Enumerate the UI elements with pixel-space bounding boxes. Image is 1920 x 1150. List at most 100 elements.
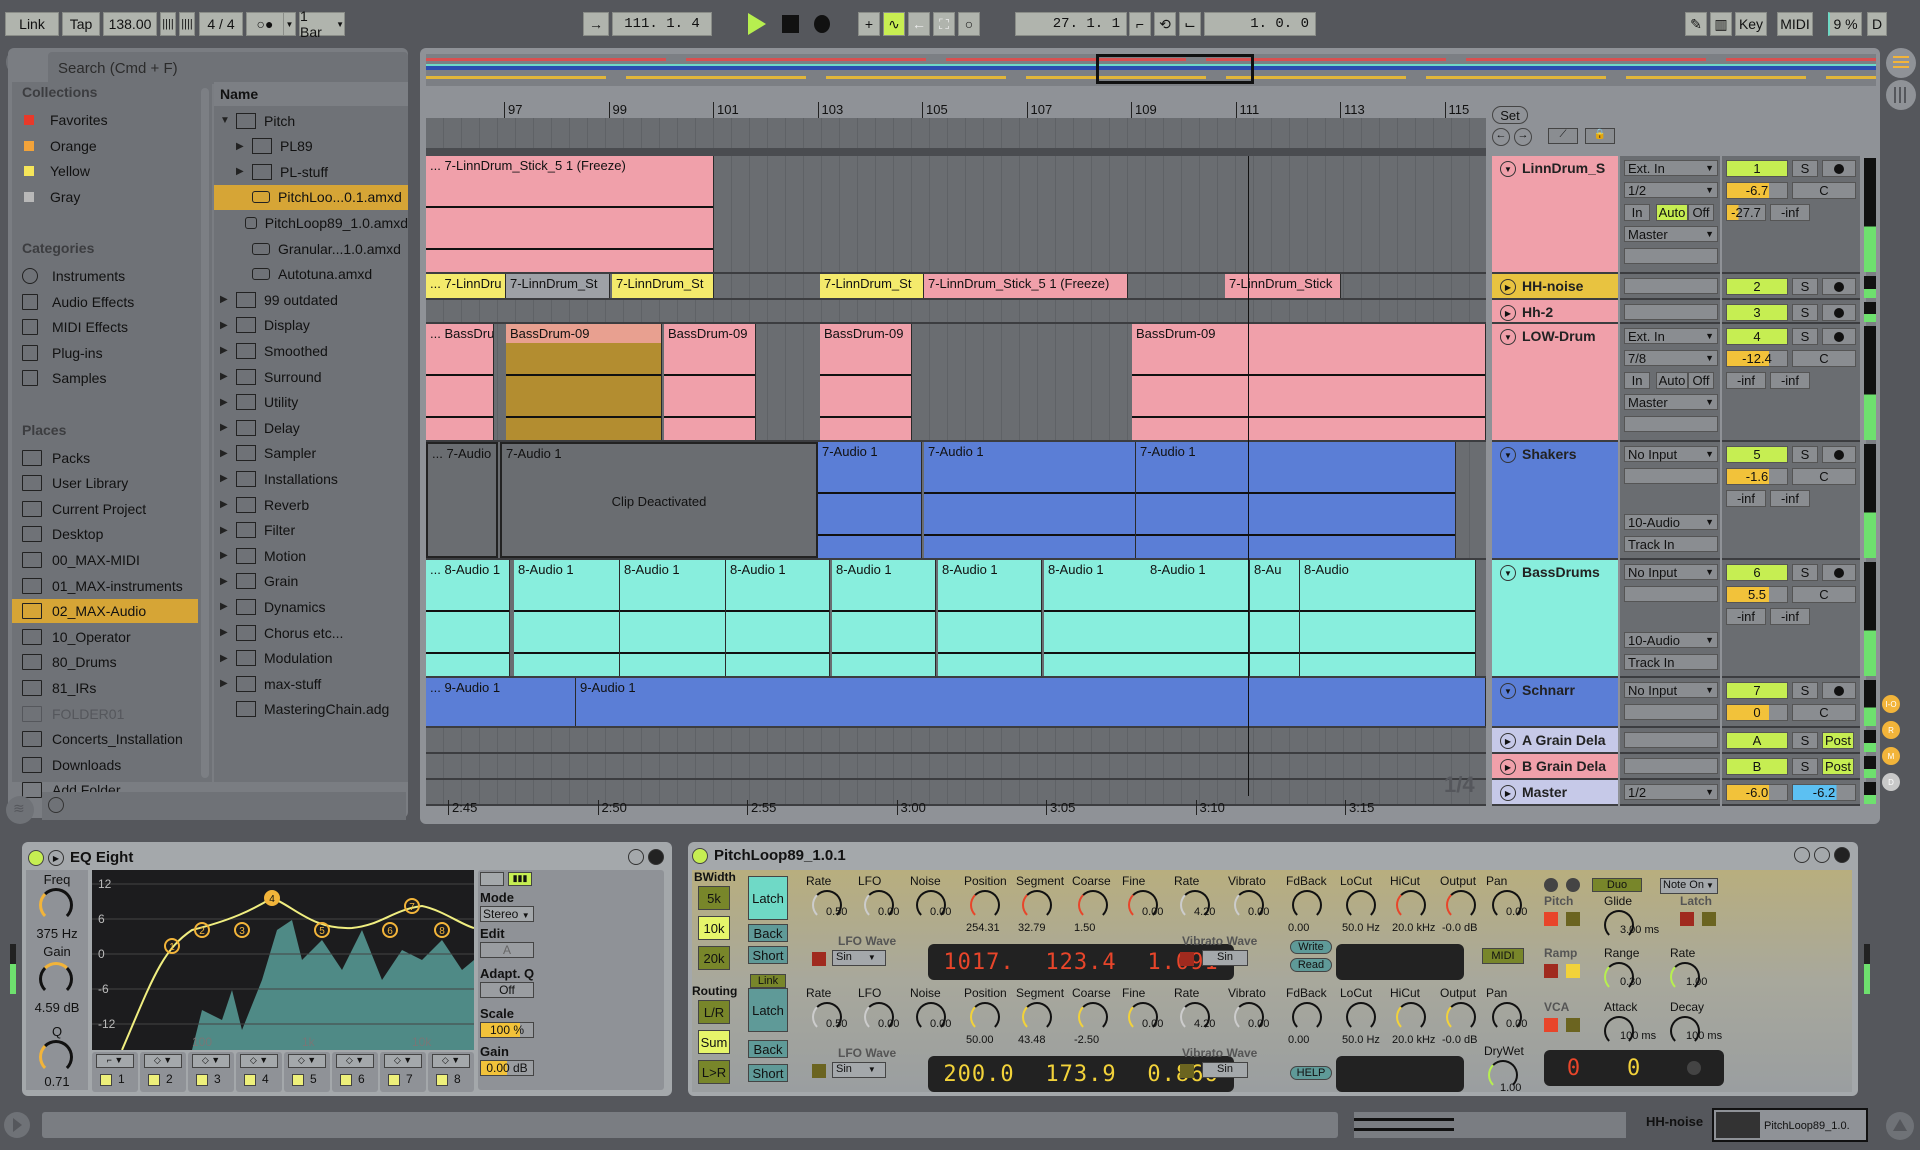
- arm-button[interactable]: [1822, 328, 1856, 345]
- disclosure-closed-icon[interactable]: ▶: [220, 525, 236, 536]
- save-preset-icon[interactable]: [1834, 847, 1850, 863]
- track-header[interactable]: ▶ Hh-2: [1492, 300, 1618, 324]
- track-activator-button[interactable]: B: [1726, 758, 1788, 775]
- computer-keyboard-button[interactable]: ▥: [1710, 12, 1732, 36]
- clip[interactable]: 8-Audio 1: [832, 560, 936, 676]
- filter-type-dropdown[interactable]: ◇ ▼: [432, 1054, 470, 1068]
- gain-knob[interactable]: [39, 962, 73, 996]
- fold-open-icon[interactable]: ▼: [1500, 565, 1516, 581]
- filter-type-dropdown[interactable]: ◇ ▼: [336, 1054, 374, 1068]
- monitor-auto-button[interactable]: Auto: [1656, 372, 1688, 389]
- bwidth-5k-button[interactable]: 5k: [698, 886, 730, 910]
- volume-field[interactable]: -6.0: [1726, 784, 1788, 801]
- browser-search-input[interactable]: Search (Cmd + F): [48, 52, 408, 84]
- track-header[interactable]: ▼ LOW-Drum: [1492, 324, 1618, 442]
- clip[interactable]: 7-LinnDrum_St: [612, 274, 714, 298]
- clip[interactable]: 7-LinnDrum_St: [506, 274, 610, 298]
- time-ruler[interactable]: 2:45 2:50 2:55 3:00 3:05 3:10 3:15: [426, 796, 1486, 820]
- browser-tree-item[interactable]: ▶ Smoothed: [214, 338, 408, 363]
- volume-field[interactable]: 0: [1726, 704, 1788, 721]
- browser-tree-item[interactable]: ▶ Sampler: [214, 441, 408, 466]
- track-name[interactable]: Shakers: [1522, 446, 1576, 462]
- pitch-toggle-a[interactable]: [1544, 912, 1558, 926]
- automation-arm-button[interactable]: ∿: [883, 12, 905, 36]
- clip[interactable]: 8-Audio 1: [1044, 560, 1148, 676]
- track-lane[interactable]: ... BassDru BassDrum-09 BassDrum-09 BassDru…: [426, 324, 1486, 442]
- punch-in-button[interactable]: ⌐: [1129, 12, 1151, 36]
- segment-knob[interactable]: [1022, 1002, 1052, 1032]
- collection-item[interactable]: Gray: [22, 185, 207, 209]
- link-button[interactable]: Link: [750, 974, 786, 988]
- eq-band-selector[interactable]: ◇ ▼ 2: [140, 1052, 186, 1092]
- solo-button[interactable]: S: [1792, 758, 1818, 775]
- send-b-field[interactable]: -inf: [1770, 490, 1810, 507]
- loop-start-field[interactable]: 27. 1. 1: [1015, 12, 1127, 36]
- back-button[interactable]: Back: [748, 1040, 788, 1058]
- band-on-toggle[interactable]: [196, 1074, 208, 1086]
- browser-tree-item[interactable]: ▼ Pitch: [214, 108, 408, 133]
- vca-toggle-b[interactable]: [1566, 1018, 1580, 1032]
- solo-button[interactable]: S: [1792, 328, 1818, 345]
- browser-tree-item[interactable]: ▶ 99 outdated: [214, 287, 408, 312]
- clip[interactable]: 7-LinnDrum_Stick_5 1 (Freeze): [924, 274, 1128, 298]
- help-button[interactable]: HELP: [1290, 1066, 1332, 1080]
- set-locator-button[interactable]: Set: [1492, 106, 1528, 124]
- browser-tree-item[interactable]: ▶ Reverb: [214, 492, 408, 517]
- position-knob[interactable]: [970, 1002, 1000, 1032]
- track-header[interactable]: ▼ Schnarr: [1492, 678, 1618, 728]
- ramp-toggle-a[interactable]: [1544, 964, 1558, 978]
- track-name[interactable]: LOW-Drum: [1522, 328, 1596, 344]
- output-type-dropdown[interactable]: Master ▼: [1624, 226, 1718, 242]
- pan-field[interactable]: C: [1792, 350, 1856, 367]
- arm-button[interactable]: [1822, 564, 1856, 581]
- clip[interactable]: 7-LinnDrum_St: [820, 274, 924, 298]
- arm-button[interactable]: [1822, 446, 1856, 463]
- track-header[interactable]: ▶ A Grain Dela: [1492, 728, 1618, 754]
- solo-button[interactable]: S: [1792, 304, 1818, 321]
- place-item[interactable]: 10_Operator: [12, 625, 198, 649]
- place-item[interactable]: 00_MAX-MIDI: [12, 548, 198, 572]
- filter-type-dropdown[interactable]: ◇ ▼: [384, 1054, 422, 1068]
- headphones-icon[interactable]: [48, 797, 64, 813]
- place-item[interactable]: FOLDER01: [12, 702, 198, 726]
- disclosure-closed-icon[interactable]: ▶: [220, 576, 236, 587]
- disclosure-closed-icon[interactable]: ▶: [220, 653, 236, 664]
- pan-field[interactable]: C: [1792, 704, 1856, 721]
- lfo-wave-color-toggle[interactable]: [812, 952, 826, 966]
- detail-view-toggle[interactable]: [1886, 1112, 1914, 1140]
- io-empty-field[interactable]: [1624, 304, 1718, 320]
- filter-type-dropdown[interactable]: ◇ ▼: [288, 1054, 326, 1068]
- clip[interactable]: ... 9-Audio 1: [426, 678, 576, 726]
- browser-tree-item[interactable]: PitchLoop89_1.0.amxd: [214, 210, 408, 235]
- eq-band-selector[interactable]: ◇ ▼ 5: [284, 1052, 330, 1092]
- disclosure-closed-icon[interactable]: ▶: [220, 550, 236, 561]
- feedback-knob[interactable]: [1292, 890, 1322, 920]
- metronome-dropdown[interactable]: ▼: [284, 12, 296, 36]
- edit-channel-button[interactable]: A: [480, 942, 534, 958]
- play-button[interactable]: [748, 13, 766, 35]
- track-activator-button[interactable]: A: [1726, 732, 1788, 749]
- pan-field[interactable]: C: [1792, 468, 1856, 485]
- device-on-toggle[interactable]: [692, 848, 708, 864]
- output-type-dropdown[interactable]: Master ▼: [1624, 394, 1718, 410]
- track-lane[interactable]: ... 7-Audio 7-Audio 1 Clip Deactivated 7-Au…: [426, 442, 1486, 560]
- disclosure-closed-icon[interactable]: ▶: [220, 678, 236, 689]
- disclosure-closed-icon[interactable]: ▶: [220, 397, 236, 408]
- track-activator-button[interactable]: 5: [1726, 446, 1788, 463]
- clip[interactable]: 7-Audio 1: [818, 442, 922, 558]
- draw-mode-button[interactable]: ✎: [1685, 12, 1707, 36]
- vibrato-wave-dropdown[interactable]: Sin: [1202, 1062, 1248, 1078]
- monitor-in-button[interactable]: In: [1624, 372, 1650, 389]
- locut-knob[interactable]: [1346, 1002, 1376, 1032]
- monitor-off-button[interactable]: Off: [1688, 204, 1714, 221]
- clip[interactable]: 8-Audio 1: [1146, 560, 1250, 676]
- fold-closed-icon[interactable]: ▶: [1500, 305, 1516, 321]
- clip[interactable]: 7-Audio 1: [1136, 442, 1456, 558]
- track-lane[interactable]: [426, 728, 1486, 754]
- send-a-field[interactable]: -27.7: [1726, 204, 1766, 221]
- category-item[interactable]: MIDI Effects: [22, 315, 207, 339]
- track-name[interactable]: BassDrums: [1522, 564, 1600, 580]
- eq-display[interactable]: 1260-6-12100 1k 10k12 345 678: [92, 870, 474, 1050]
- track-header[interactable]: ▶ Master: [1492, 780, 1618, 806]
- band-on-toggle[interactable]: [388, 1074, 400, 1086]
